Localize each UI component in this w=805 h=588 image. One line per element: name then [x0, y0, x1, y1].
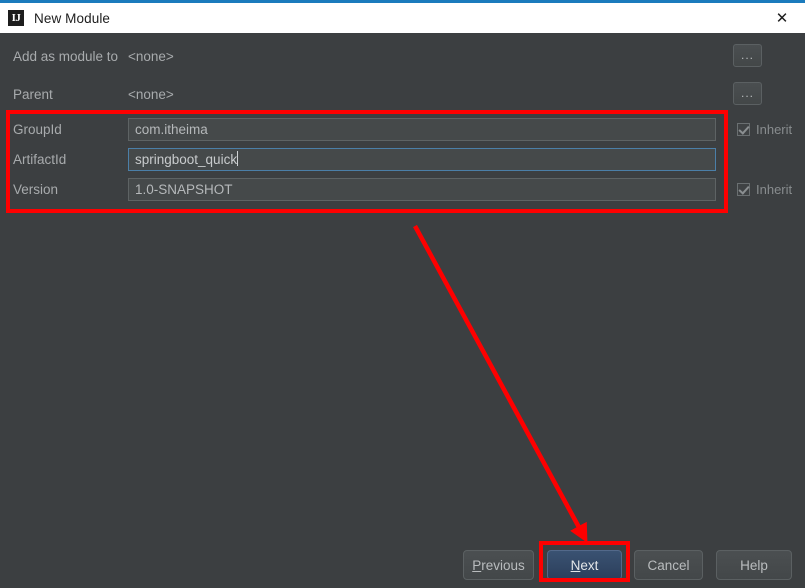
intellij-idea-icon: IJ	[8, 10, 24, 26]
previous-button[interactable]: Previous	[463, 550, 534, 580]
dialog-button-bar: Previous Next Cancel Help	[0, 550, 805, 588]
next-button-mnemonic: N	[570, 557, 581, 573]
previous-button-label: revious	[481, 557, 525, 573]
value-parent[interactable]: <none>	[128, 87, 174, 102]
value-add-as-module-to[interactable]: <none>	[128, 49, 174, 64]
form-row-artifactid: ArtifactId	[0, 147, 805, 171]
window-title: New Module	[34, 10, 111, 26]
groupid-input[interactable]	[128, 117, 716, 141]
title-bar: IJ New Module ✕	[0, 3, 805, 33]
label-add-as-module-to: Add as module to	[13, 48, 119, 64]
dialog-body: Add as module to <none> ... Parent <none…	[0, 33, 805, 588]
text-caret	[237, 151, 239, 166]
groupid-inherit-checkbox[interactable]	[737, 122, 750, 136]
browse-add-as-module-to-button[interactable]: ...	[733, 44, 762, 67]
form-row-version: Version Inherit	[0, 177, 805, 201]
groupid-inherit-group[interactable]: Inherit	[737, 122, 792, 137]
form-row-groupid: GroupId Inherit	[0, 117, 805, 141]
artifactid-input[interactable]	[128, 147, 716, 171]
browse-parent-button[interactable]: ...	[733, 82, 762, 105]
version-inherit-label: Inherit	[756, 181, 793, 197]
form-row-parent: Parent <none> ...	[0, 82, 805, 106]
cancel-button[interactable]: Cancel	[634, 550, 703, 580]
label-artifactid: ArtifactId	[13, 151, 67, 167]
next-button[interactable]: Next	[547, 550, 622, 580]
version-inherit-group[interactable]: Inherit	[737, 182, 792, 197]
label-groupid: GroupId	[13, 121, 62, 137]
label-version: Version	[13, 181, 59, 197]
close-icon[interactable]: ✕	[759, 3, 805, 33]
previous-button-mnemonic: P	[472, 557, 482, 573]
form-row-add-as-module-to: Add as module to <none> ...	[0, 44, 805, 68]
version-input[interactable]	[128, 177, 716, 201]
next-button-label: ext	[580, 557, 599, 573]
label-parent: Parent	[13, 86, 53, 102]
groupid-inherit-label: Inherit	[756, 121, 793, 137]
help-button[interactable]: Help	[716, 550, 792, 580]
version-inherit-checkbox[interactable]	[737, 182, 750, 196]
